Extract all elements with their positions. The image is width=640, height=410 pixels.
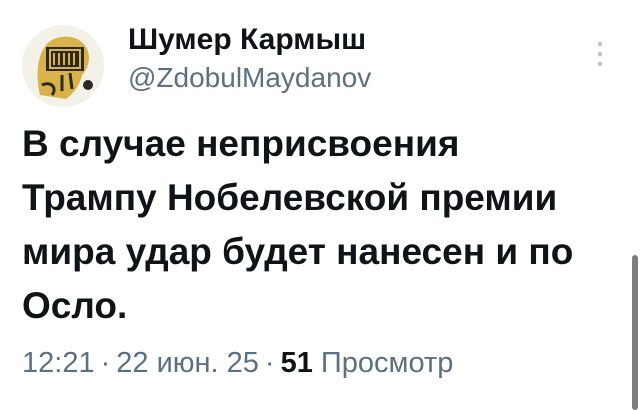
author-avatar[interactable] [22, 25, 104, 107]
author-display-name[interactable]: Шумер Кармыш [128, 22, 366, 58]
author-handle[interactable]: @ZdobulMaydanov [128, 61, 371, 95]
more-options-button[interactable] [590, 36, 610, 72]
separator: · [264, 347, 275, 379]
tweet-date[interactable]: 22 июн. 25 [116, 347, 259, 379]
avatar-illustration-icon [22, 25, 104, 107]
tweet-card: Шумер Кармыш @ZdobulMaydanov В случае не… [0, 0, 640, 410]
tweet-time[interactable]: 12:21 [22, 347, 95, 379]
tweet-text: В случае неприсвоения Трампу Нобелевской… [22, 117, 622, 333]
separator: · [100, 347, 111, 379]
views-count[interactable]: 51 [281, 347, 313, 379]
tweet-text-line: Осло. [22, 285, 128, 326]
scrollbar[interactable] [632, 255, 638, 410]
tweet-text-line: мира удар будет нанесен и по [22, 231, 574, 272]
tweet-meta: 12:21 · 22 июн. 25 · 51 Просмотр [22, 345, 453, 381]
tweet-text-line: В случае неприсвоения [22, 123, 460, 164]
views-label[interactable]: Просмотр [321, 347, 453, 379]
tweet-text-line: Трампу Нобелевской премии [22, 177, 558, 218]
more-vertical-icon [597, 41, 603, 67]
